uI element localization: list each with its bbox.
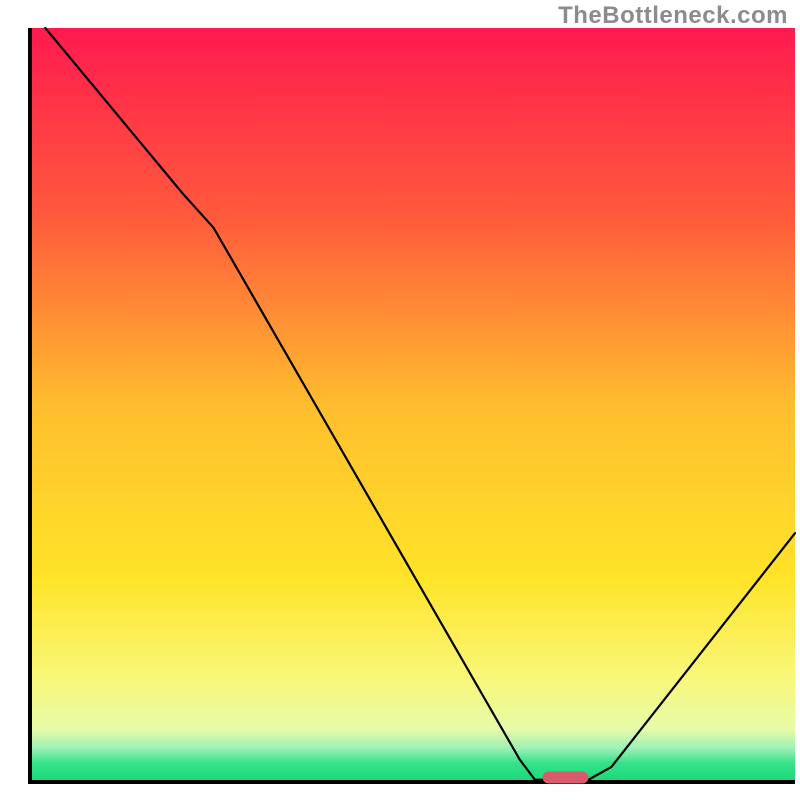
bottleneck-chart <box>0 0 800 800</box>
plot-background <box>30 28 795 782</box>
optimal-marker <box>543 771 589 783</box>
watermark-text: TheBottleneck.com <box>558 2 788 30</box>
chart-container: TheBottleneck.com <box>0 0 800 800</box>
